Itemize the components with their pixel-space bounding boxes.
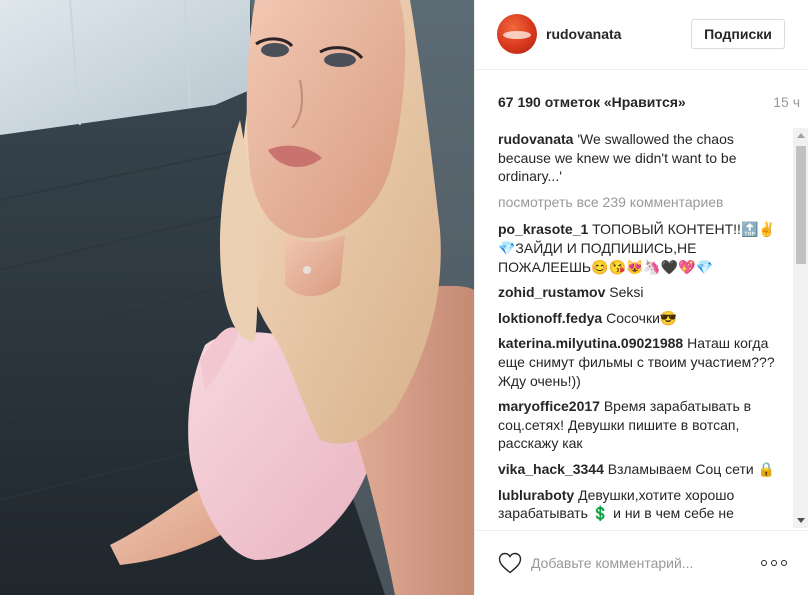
post-photo[interactable] <box>0 0 474 595</box>
scroll-up-arrow-icon[interactable] <box>797 133 805 138</box>
author-username[interactable]: rudovanata <box>546 26 621 42</box>
comments-list[interactable]: rudovanata 'We swallowed the chaos becau… <box>498 130 788 527</box>
comment-username[interactable]: loktionoff.fedya <box>498 310 606 326</box>
comment-item: loktionoff.fedya Сосочки😎 <box>498 309 788 328</box>
comment-username[interactable]: lubluraboty <box>498 487 578 503</box>
comment-item: lubluraboty Девушки,хотите хорошо зараба… <box>498 486 788 523</box>
more-options-icon[interactable] <box>761 559 787 567</box>
heart-icon[interactable] <box>498 552 522 574</box>
post-header: rudovanata Подписки <box>475 0 808 70</box>
likes-row: 67 190 отметок «Нравится» 15 ч <box>498 94 800 112</box>
comment-username[interactable]: vika_hack_3344 <box>498 461 608 477</box>
caption-username[interactable]: rudovanata <box>498 131 577 147</box>
post-footer <box>475 530 808 595</box>
comment-text: Seksi <box>609 284 644 301</box>
likes-count[interactable]: 67 190 отметок «Нравится» <box>498 94 686 110</box>
post-side-panel: rudovanata Подписки 67 190 отметок «Нрав… <box>474 0 808 595</box>
comment-username[interactable]: katerina.milyutina.09021988 <box>498 335 687 351</box>
comments-scrollbar[interactable] <box>793 128 808 528</box>
avatar[interactable] <box>497 14 537 54</box>
comment-username[interactable]: po_krasote_1 <box>498 221 592 237</box>
comment-text: Сосочки😎 <box>606 309 678 326</box>
comment-username[interactable]: maryoffice2017 <box>498 398 604 414</box>
post-timestamp[interactable]: 15 ч <box>773 94 800 110</box>
comment-item: katerina.milyutina.09021988 Наташ когда … <box>498 334 788 390</box>
comment-item: po_krasote_1 ТОПОВЫЙ КОНТЕНТ!!🔝✌ 💎ЗАЙДИ … <box>498 220 788 276</box>
comment-item: vika_hack_3344 Взламываем Соц сети 🔒 <box>498 460 788 479</box>
view-all-comments-link[interactable]: посмотреть все 239 комментариев <box>498 193 788 212</box>
comment-text: Взламываем Соц сети 🔒 <box>607 460 776 477</box>
dot-icon <box>761 560 767 566</box>
add-comment-input[interactable] <box>531 553 741 573</box>
following-button[interactable]: Подписки <box>691 19 785 49</box>
instagram-post: rudovanata Подписки 67 190 отметок «Нрав… <box>0 0 808 595</box>
dot-icon <box>771 560 777 566</box>
scrollbar-thumb[interactable] <box>796 146 806 264</box>
comment-item: zohid_rustamov Seksi <box>498 283 788 302</box>
scroll-down-arrow-icon[interactable] <box>797 518 805 523</box>
dot-icon <box>781 560 787 566</box>
comment-username[interactable]: zohid_rustamov <box>498 284 609 300</box>
comment-item: maryoffice2017 Время зарабатывать в соц.… <box>498 397 788 453</box>
caption: rudovanata 'We swallowed the chaos becau… <box>498 130 788 186</box>
